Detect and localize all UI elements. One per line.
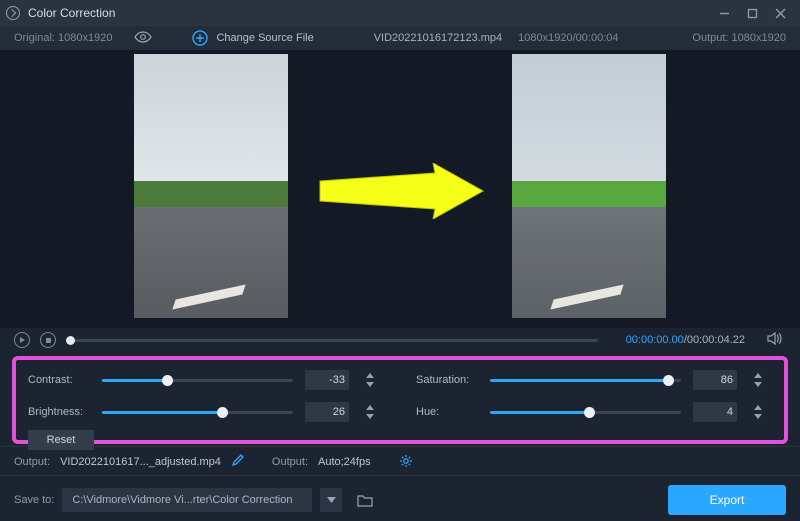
preview-area — [0, 50, 800, 328]
browse-folder-icon[interactable] — [354, 488, 376, 512]
export-button[interactable]: Export — [668, 485, 786, 515]
hue-step-down[interactable] — [752, 412, 764, 421]
adjusted-preview — [512, 54, 666, 318]
play-button[interactable] — [14, 332, 30, 348]
close-button[interactable] — [766, 0, 794, 26]
minimize-button[interactable] — [710, 0, 738, 26]
source-filename: VID20221016172123.mp4 — [374, 32, 502, 44]
add-source-icon[interactable] — [192, 30, 208, 46]
window-title: Color Correction — [28, 6, 115, 20]
contrast-slider[interactable] — [102, 379, 293, 382]
stop-button[interactable] — [40, 332, 56, 348]
contrast-control: Contrast: -33 — [28, 370, 376, 390]
reset-button[interactable]: Reset — [28, 430, 94, 450]
output-label: Output: 1080x1920 — [692, 32, 786, 44]
brightness-step-up[interactable] — [364, 403, 376, 412]
maximize-button[interactable] — [738, 0, 766, 26]
output-format: Auto;24fps — [318, 456, 371, 468]
save-path-input[interactable]: C:\Vidmore\Vidmore Vi...rter\Color Corre… — [62, 488, 312, 512]
contrast-step-up[interactable] — [364, 371, 376, 380]
contrast-value[interactable]: -33 — [305, 370, 349, 390]
hue-step-up[interactable] — [752, 403, 764, 412]
adjustment-panel: Contrast: -33 Saturation: 86 Brightness:… — [16, 360, 784, 440]
volume-icon[interactable] — [767, 332, 782, 348]
output-row: Output: VID2022101617..._adjusted.mp4 Ou… — [0, 451, 800, 473]
contrast-step-down[interactable] — [364, 380, 376, 389]
output-filename: VID2022101617..._adjusted.mp4 — [60, 456, 221, 468]
output-settings-icon[interactable] — [399, 454, 413, 471]
hue-value[interactable]: 4 — [693, 402, 737, 422]
edit-output-icon[interactable] — [231, 454, 244, 470]
app-logo-icon — [6, 6, 20, 20]
saturation-value[interactable]: 86 — [693, 370, 737, 390]
seek-slider[interactable] — [66, 339, 598, 342]
saturation-slider[interactable] — [490, 379, 681, 382]
save-path-dropdown[interactable] — [320, 488, 342, 512]
saturation-control: Saturation: 86 — [416, 370, 764, 390]
brightness-value[interactable]: 26 — [305, 402, 349, 422]
original-preview — [134, 54, 288, 318]
brightness-step-down[interactable] — [364, 412, 376, 421]
arrow-icon — [315, 163, 485, 219]
saturation-step-down[interactable] — [752, 380, 764, 389]
brightness-slider[interactable] — [102, 411, 293, 414]
time-display: 00:00:00.00/00:00:04.22 — [626, 334, 745, 346]
saturation-step-up[interactable] — [752, 371, 764, 380]
source-dimensions: 1080x1920/00:00:04 — [518, 32, 618, 44]
original-label: Original: 1080x1920 — [14, 32, 112, 44]
brightness-control: Brightness: 26 — [28, 402, 376, 422]
info-bar: Original: 1080x1920 Change Source File V… — [0, 26, 800, 50]
hue-control: Hue: 4 — [416, 402, 764, 422]
hue-slider[interactable] — [490, 411, 681, 414]
save-row: Save to: C:\Vidmore\Vidmore Vi...rter\Co… — [0, 480, 800, 520]
preview-toggle-icon[interactable] — [134, 31, 152, 46]
change-source-button[interactable]: Change Source File — [216, 32, 313, 44]
playback-bar: 00:00:00.00/00:00:04.22 — [0, 328, 800, 352]
title-bar: Color Correction — [0, 0, 800, 26]
